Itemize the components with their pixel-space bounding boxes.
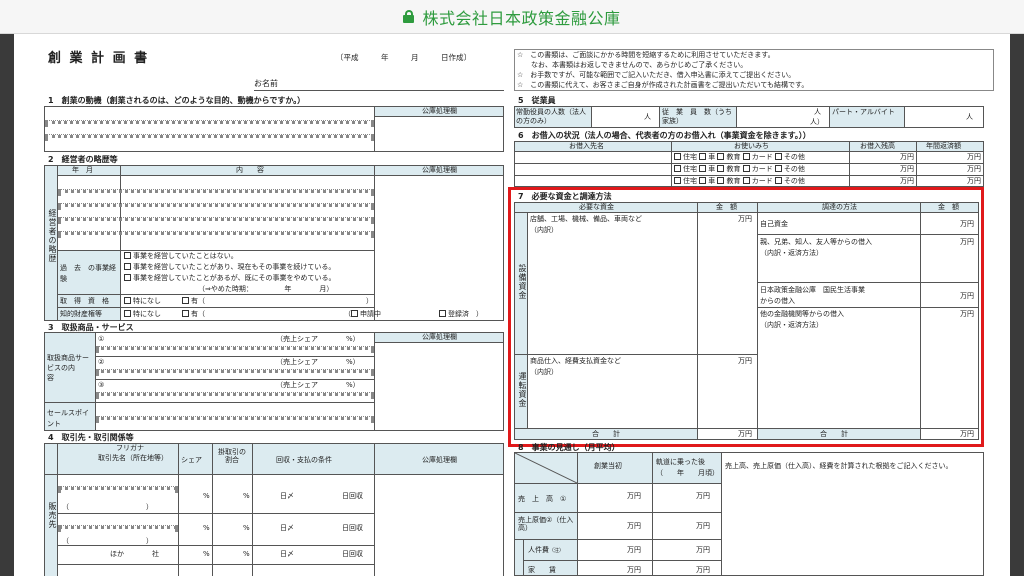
s2-col-year: 年 月 — [72, 166, 93, 174]
diagonal-cell — [514, 452, 578, 484]
note-2: なお、本書類はお返しできませんので、あらかじめご了承ください。 — [517, 61, 748, 69]
repay-header: 年間返済額 — [926, 142, 961, 150]
note-4: ☆ この書類に代えて、お客さまご自身が作成された計画書をご提出いただいても結構で… — [517, 81, 809, 89]
s2-side-label: 経営者の略歴 — [48, 209, 57, 263]
sales-point-label: セールスポイント — [47, 409, 89, 428]
checkbox[interactable] — [182, 310, 189, 317]
past-quit-time: （⇒やめた時期： 年 月） — [198, 285, 334, 293]
address-bar: 株式会社日本政策金融公庫 — [0, 0, 1024, 34]
basis-header: 売上高、売上原価（仕入高）、経費を計算された根拠をご記入ください。 — [725, 462, 953, 470]
checkbox[interactable] — [182, 297, 189, 304]
credit-ratio-header: 掛取引の割合 — [218, 448, 246, 465]
labor-label: 人件費（注） — [528, 546, 565, 554]
section-2-title: 2 経営者の略歴等 — [48, 155, 118, 164]
document-page: 創 業 計 画 書 〔平成 年 月 日作成〕 お名前 ☆ この書類は、ご面談にか… — [14, 34, 1010, 576]
section-5-title: 5 従業員 — [518, 96, 556, 105]
officers-label: 常勤役員の人数（法人の方のみ） — [516, 108, 586, 126]
sellers-side-label: 販売先 — [48, 502, 57, 529]
section-6-title: 6 お借入の状況（法人の場合、代表者の方のお借入れ（事業資金を除きます。）） — [518, 131, 811, 140]
ip-label: 知的財産権等 — [60, 310, 102, 318]
staff-label: 従 業 員 数（うち家族） — [662, 108, 732, 126]
start-header: 創業当初 — [594, 462, 622, 470]
s4-office-label: 公庫処理欄 — [422, 456, 457, 464]
highlight-box — [508, 187, 984, 447]
section-3-title: 3 取扱商品・サービス — [48, 323, 134, 332]
checkbox[interactable] — [439, 310, 446, 317]
qual-yes[interactable]: 有（ — [182, 297, 205, 305]
loan-row-3-uses[interactable]: 住宅 車 教育 カード その他 — [674, 177, 805, 185]
loan-row-2-uses[interactable]: 住宅 車 教育 カード その他 — [674, 165, 805, 173]
checkbox[interactable] — [124, 263, 131, 270]
document-title: 創 業 計 画 書 — [48, 51, 150, 66]
ip-none[interactable]: 特になし — [124, 310, 161, 318]
share-2: （売上シェア %） — [276, 358, 360, 366]
use-header: お使いみち — [734, 142, 769, 150]
s2-office-label: 公庫処理欄 — [422, 166, 457, 174]
past-opt-2[interactable]: 事業を経営していたことがあり、現在もその事業を続けている。 — [124, 263, 335, 271]
cost-label: 売上原価②（仕入高） — [518, 516, 574, 533]
section-4-title: 4 取引先・取引関係等 — [48, 433, 134, 442]
note-3: ☆ お手数ですが、可能な範囲でご記入いただき、借入申込書に添えてご提出ください。 — [517, 71, 796, 79]
loan-row-1-uses[interactable]: 住宅 車 教育 カード その他 — [674, 153, 805, 161]
note-1: ☆ この書類は、ご面談にかかる時間を短縮するために利用させていただきます。 — [517, 51, 775, 59]
s3-side-label: 取扱商品サービスの内 容 — [47, 354, 89, 382]
name-underline — [254, 90, 504, 91]
ip-yes[interactable]: 有（ — [182, 310, 205, 318]
s3-office-label: 公庫処理欄 — [422, 333, 457, 341]
share-1: （売上シェア %） — [276, 335, 360, 343]
s1-office-label: 公庫処理欄 — [422, 107, 457, 115]
client-name-header: 取引先名（所在地等） — [98, 454, 168, 462]
s2-col-content: 内 容 — [236, 166, 264, 174]
qualification-label: 取 得 資 格 — [60, 297, 109, 305]
balance-header: お借入残高 — [860, 142, 895, 150]
track-header: 軌道に乗った後 — [656, 458, 705, 466]
part-time-label: パート・アルバイト — [832, 108, 895, 116]
qual-none[interactable]: 特になし — [124, 297, 161, 305]
checkbox[interactable] — [124, 252, 131, 259]
section-8-title: 8 事業の見通し（月平均） — [518, 443, 620, 452]
terms-header: 回収・支払の条件 — [276, 456, 332, 464]
ip-registered[interactable]: 登録済 ） — [439, 310, 483, 318]
checkbox[interactable] — [124, 310, 131, 317]
past-opt-3[interactable]: 事業を経営していたことがあるが、既にその事業をやめている。 — [124, 274, 336, 282]
share-3: （売上シェア %） — [276, 381, 360, 389]
checkbox[interactable] — [351, 310, 358, 317]
sales-label: 売 上 高 ① — [518, 495, 567, 503]
site-title: 株式会社日本政策金融公庫 — [422, 8, 621, 28]
lender-header: お借入先名 — [569, 142, 604, 150]
name-label: お名前 — [254, 79, 278, 88]
furigana-label: フリガナ — [116, 444, 144, 452]
past-opt-1[interactable]: 事業を経営していたことはない。 — [124, 252, 238, 260]
rent-label: 家 賃 — [528, 566, 556, 574]
ip-pending[interactable]: （申請中 — [344, 310, 381, 318]
date-line: 〔平成 年 月 日作成〕 — [336, 53, 471, 62]
checkbox[interactable] — [124, 297, 131, 304]
others-count: ほか 社 — [110, 550, 159, 558]
checkbox[interactable] — [124, 274, 131, 281]
section-1-title: 1 創業の動機（創業されるのは、どのような目的、動機からですか。） — [48, 96, 306, 105]
share-header: シェア — [181, 456, 202, 464]
lock-icon — [403, 10, 415, 23]
past-experience-label: 過 去 の事業経験 — [60, 264, 116, 283]
